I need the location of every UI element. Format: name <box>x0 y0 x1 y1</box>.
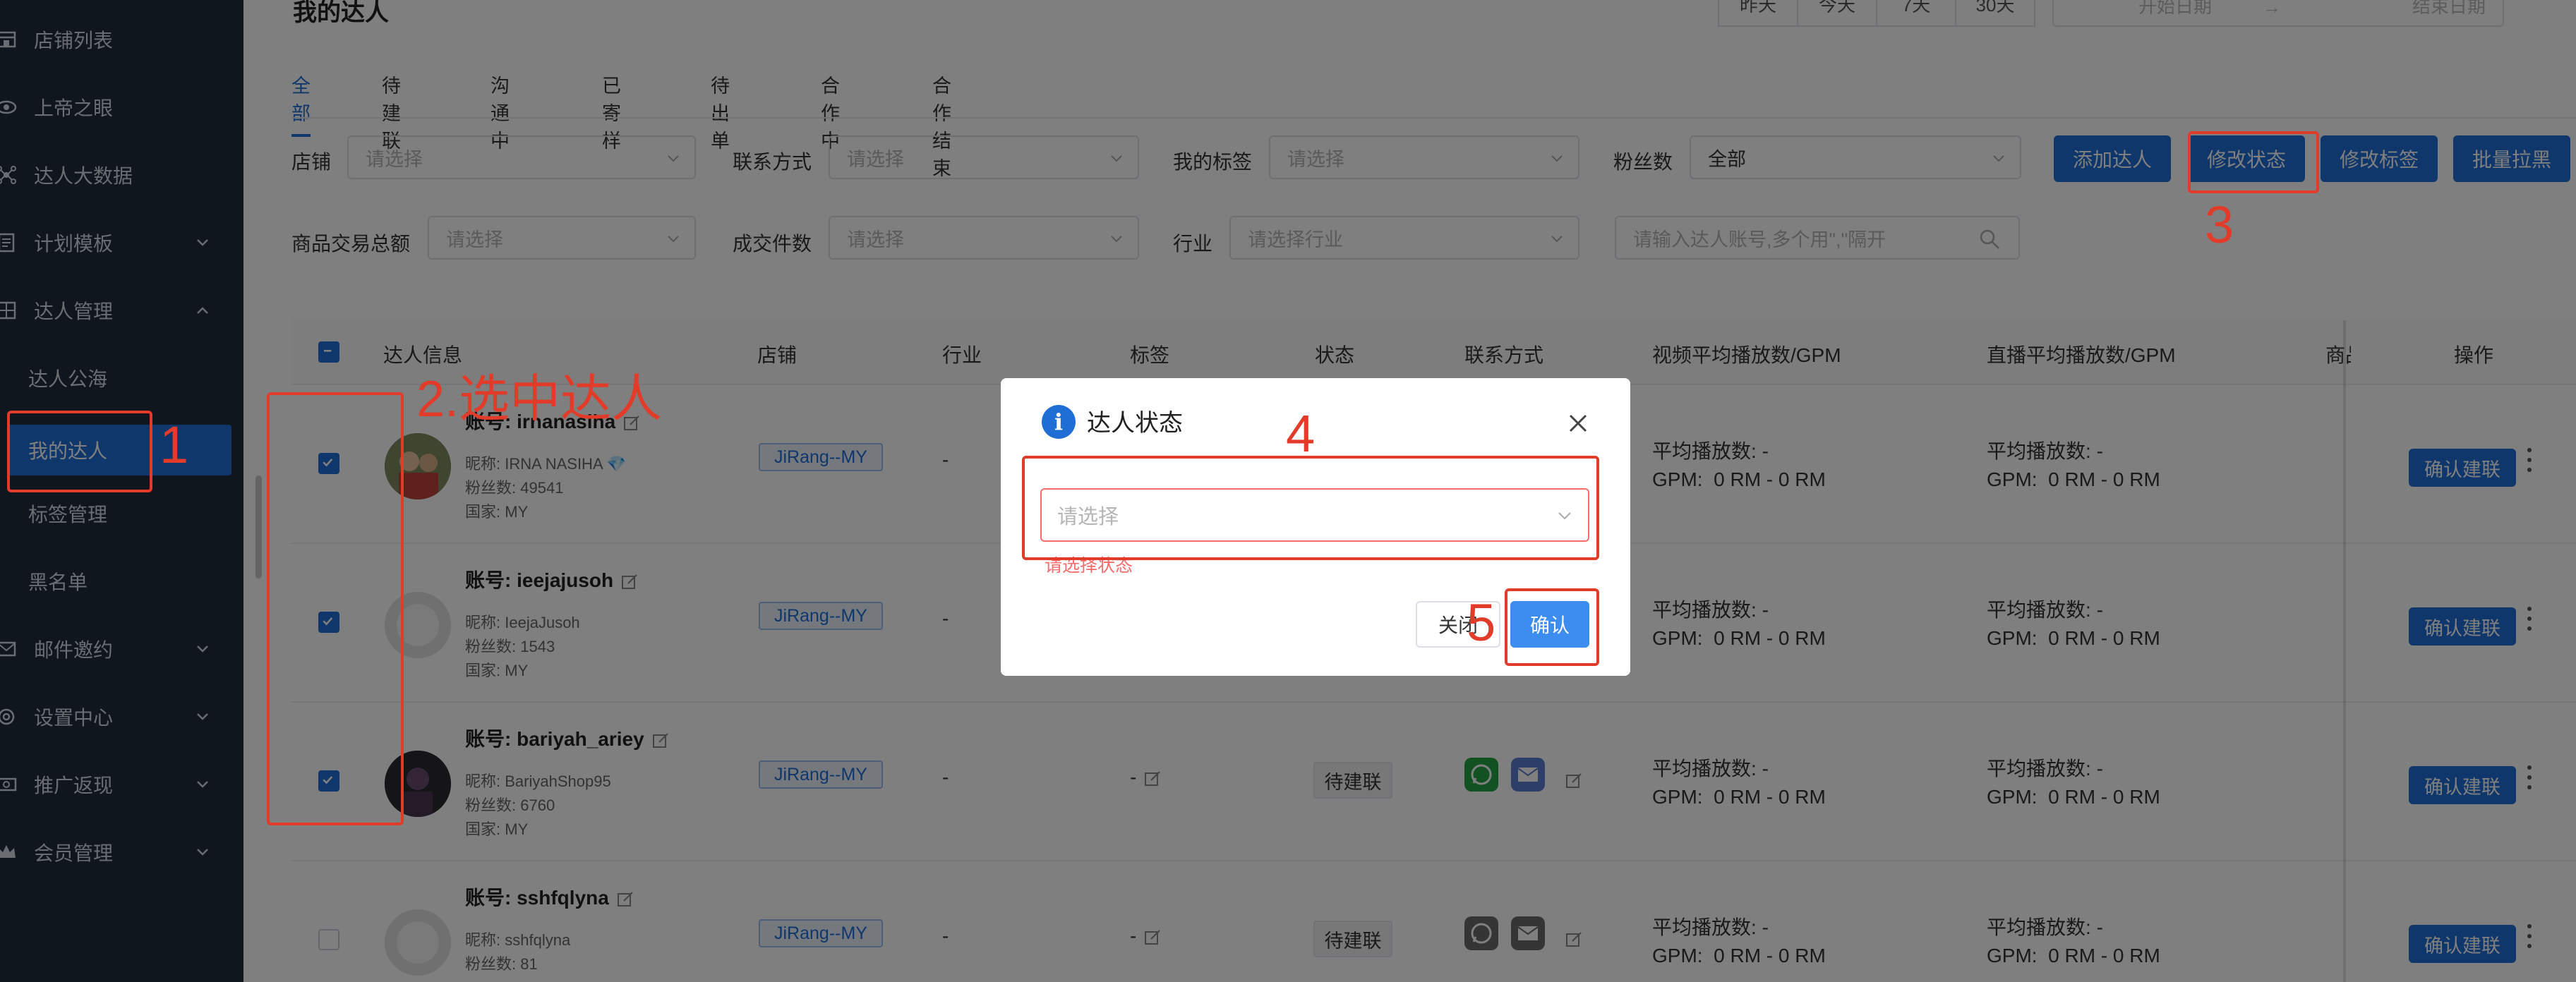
close-icon[interactable] <box>1565 411 1591 436</box>
app-root: 店铺列表 上帝之眼 达人大数据 计划模板 达人管理 达人公海 我的达人 标签管理… <box>0 0 2576 982</box>
annotation-step-3: 3 <box>2205 195 2234 254</box>
annotation-step-2: 2.选中达人 <box>416 371 663 428</box>
annotation-box-my-influencers <box>7 411 152 492</box>
annotation-step-5: 5 <box>1467 593 1496 652</box>
info-icon: i <box>1042 405 1076 439</box>
dialog-title: 达人状态 <box>1087 410 1183 437</box>
annotation-box-status-select <box>1022 456 1599 560</box>
annotation-step-1: 1 <box>160 416 189 474</box>
annotation-box-modify-status <box>2188 131 2319 193</box>
annotation-box-confirm <box>1505 588 1599 666</box>
annotation-box-checkboxes <box>267 392 404 825</box>
annotation-step-4: 4 <box>1286 404 1316 463</box>
